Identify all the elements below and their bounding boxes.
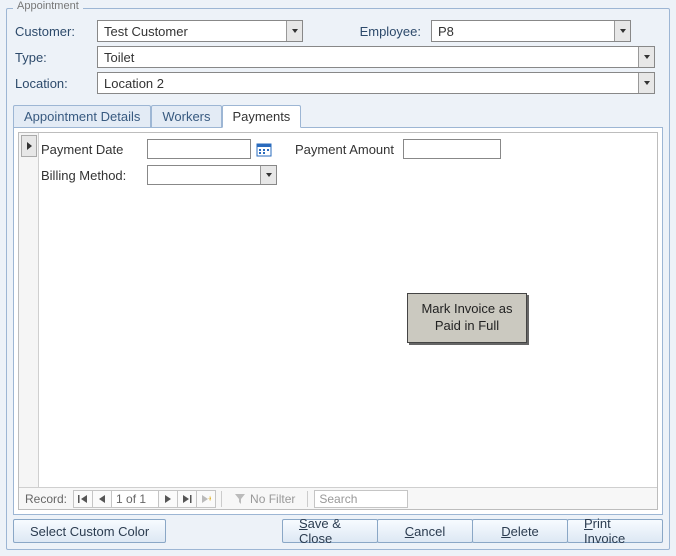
chevron-down-icon[interactable]: [614, 21, 630, 41]
svg-text:✳: ✳: [208, 495, 211, 503]
appointment-groupbox: Appointment Customer: Test Customer Empl…: [6, 8, 670, 550]
tab-workers[interactable]: Workers: [151, 105, 221, 127]
nav-new-button[interactable]: ✳: [196, 490, 216, 508]
customer-label: Customer:: [13, 24, 97, 39]
employee-value: P8: [438, 24, 454, 39]
chevron-down-icon[interactable]: [260, 166, 276, 184]
current-record-marker[interactable]: [21, 135, 37, 157]
payment-date-label: Payment Date: [41, 142, 147, 157]
customer-value: Test Customer: [104, 24, 188, 39]
customer-combo[interactable]: Test Customer: [97, 20, 303, 42]
footer-bar: Select Custom Color Save & Close Cancel …: [13, 517, 663, 545]
record-selector-bar: [19, 133, 39, 487]
type-label: Type:: [13, 50, 97, 65]
select-custom-color-button[interactable]: Select Custom Color: [13, 519, 166, 543]
search-input[interactable]: Search: [314, 490, 408, 508]
filter-icon: [234, 493, 246, 505]
delete-button[interactable]: Delete: [472, 519, 568, 543]
location-combo[interactable]: Location 2: [97, 72, 655, 94]
location-label: Location:: [13, 76, 97, 91]
no-filter-indicator[interactable]: No Filter: [228, 492, 301, 506]
tab-payments[interactable]: Payments: [222, 105, 302, 128]
appointment-window: Appointment Customer: Test Customer Empl…: [0, 0, 676, 556]
employee-label: Employee:: [331, 24, 431, 39]
nav-last-button[interactable]: [177, 490, 197, 508]
save-close-button[interactable]: Save & Close: [282, 519, 378, 543]
payments-panel: Payment Date: [13, 127, 663, 515]
record-navigation-bar: Record: 1 of 1 ✳: [19, 487, 657, 509]
payment-date-input[interactable]: [147, 139, 251, 159]
type-value: Toilet: [104, 50, 134, 65]
type-combo[interactable]: Toilet: [97, 46, 655, 68]
group-title: Appointment: [13, 0, 83, 12]
nav-next-button[interactable]: [158, 490, 178, 508]
nav-position[interactable]: 1 of 1: [111, 490, 159, 508]
tab-appointment-details[interactable]: Appointment Details: [13, 105, 151, 127]
calendar-icon[interactable]: [255, 140, 273, 158]
record-label: Record:: [23, 492, 73, 506]
chevron-down-icon[interactable]: [638, 47, 654, 67]
subform-body: Payment Date: [19, 133, 657, 487]
payments-detail: Payment Date: [41, 137, 653, 189]
nav-first-button[interactable]: [73, 490, 93, 508]
payments-subform: Payment Date: [18, 132, 658, 510]
print-invoice-button[interactable]: Print Invoice: [567, 519, 663, 543]
triangle-right-icon: [27, 142, 32, 150]
nav-prev-button[interactable]: [92, 490, 112, 508]
header-form: Customer: Test Customer Employee: P8 Typ…: [7, 9, 669, 101]
mark-invoice-paid-button[interactable]: Mark Invoice as Paid in Full: [407, 293, 527, 343]
employee-combo[interactable]: P8: [431, 20, 631, 42]
billing-method-label: Billing Method:: [41, 168, 147, 183]
cancel-button[interactable]: Cancel: [377, 519, 473, 543]
billing-method-combo[interactable]: [147, 165, 277, 185]
location-value: Location 2: [104, 76, 164, 91]
payment-amount-label: Payment Amount: [273, 142, 403, 157]
payment-amount-input[interactable]: [403, 139, 501, 159]
tab-bar: Appointment Details Workers Payments: [13, 103, 663, 127]
chevron-down-icon[interactable]: [638, 73, 654, 93]
chevron-down-icon[interactable]: [286, 21, 302, 41]
